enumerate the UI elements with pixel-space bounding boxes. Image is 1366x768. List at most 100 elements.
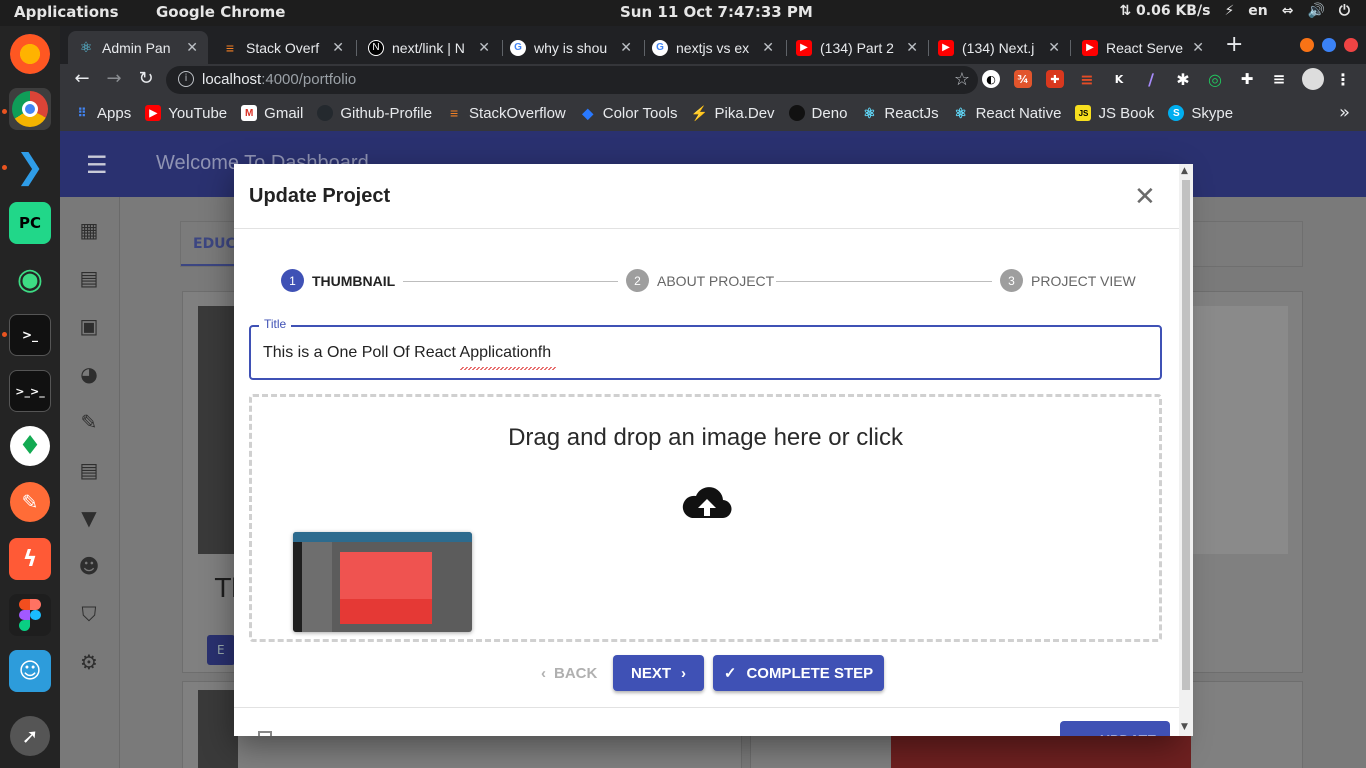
tab-next-link[interactable]: N next/link | N ✕ xyxy=(358,31,500,64)
minimize-window-icon[interactable] xyxy=(1300,38,1314,52)
bookmark-star-icon[interactable]: ☆ xyxy=(954,69,970,90)
back-button[interactable]: ‹ BACK xyxy=(531,655,607,691)
puzzle-icon[interactable]: ✚ xyxy=(1238,70,1256,88)
mongodb-compass-icon[interactable]: ♦ xyxy=(10,426,50,466)
bookmark-react-native[interactable]: ⚛ React Native xyxy=(953,105,1061,122)
extension-icon[interactable]: ✚ xyxy=(1046,70,1064,88)
close-icon[interactable]: ✕ xyxy=(1134,183,1156,209)
hamburger-menu-icon[interactable]: ☰ xyxy=(86,151,108,179)
bookmark-skype[interactable]: S Skype xyxy=(1168,105,1233,122)
media-queue-icon[interactable]: ≡ xyxy=(1270,70,1288,88)
applications-menu[interactable]: Applications xyxy=(14,3,119,21)
maximize-window-icon[interactable] xyxy=(1322,38,1336,52)
address-bar[interactable]: i localhost:4000/portfolio ☆ xyxy=(166,66,978,94)
fullscreen-icon[interactable] xyxy=(258,731,272,736)
avatar[interactable] xyxy=(1302,68,1324,90)
site-info-icon[interactable]: i xyxy=(178,71,194,87)
tab-close-icon[interactable]: ✕ xyxy=(620,39,632,56)
chrome-menu-icon[interactable]: ⋮ xyxy=(1334,70,1352,89)
step-about-project[interactable]: 2 ABOUT PROJECT xyxy=(626,269,774,292)
dashboard-icon[interactable]: ▦ xyxy=(77,218,101,242)
tab-youtube-3[interactable]: ▶ React Serve ✕ xyxy=(1072,31,1214,64)
step-thumbnail[interactable]: 1 THUMBNAIL xyxy=(281,269,395,292)
image-dropzone[interactable]: Drag and drop an image here or click xyxy=(249,394,1162,642)
archive-icon[interactable]: ▼ xyxy=(77,506,101,530)
forward-arrow-icon[interactable]: → xyxy=(102,68,126,89)
bookmark-gmail[interactable]: M Gmail xyxy=(241,105,303,122)
extension-icon[interactable]: ¾ xyxy=(1014,70,1032,88)
scroll-down-icon[interactable]: ▼ xyxy=(1181,722,1188,732)
close-window-icon[interactable] xyxy=(1344,38,1358,52)
new-tab-icon[interactable]: + xyxy=(1225,32,1243,57)
bookmark-deno[interactable]: Deno xyxy=(788,105,847,122)
person-add-icon[interactable]: ☻ xyxy=(77,554,101,578)
language-indicator[interactable]: en xyxy=(1248,3,1267,19)
reload-icon[interactable]: ↻ xyxy=(134,68,158,89)
scroll-up-icon[interactable]: ▲ xyxy=(1181,166,1188,176)
notification-icon[interactable]: ⚡ xyxy=(1224,3,1234,19)
gear-extension-icon[interactable]: ✱ xyxy=(1174,70,1192,89)
back-arrow-icon[interactable]: ← xyxy=(70,68,94,89)
bookmark-youtube[interactable]: ▶ YouTube xyxy=(145,105,227,122)
scrollbar-thumb[interactable] xyxy=(1182,180,1190,690)
figma-icon[interactable] xyxy=(9,594,51,636)
tab-stackoverflow[interactable]: ≡ Stack Overf ✕ xyxy=(212,31,354,64)
tab-close-icon[interactable]: ✕ xyxy=(478,39,490,56)
tab-admin-panel[interactable]: ⚛ Admin Pan ✕ xyxy=(68,31,208,64)
extension-icon[interactable]: ∕ xyxy=(1142,70,1160,89)
terminator-icon[interactable]: >_>_ xyxy=(9,370,51,412)
vscode-icon[interactable]: ❯ xyxy=(9,146,51,188)
android-studio-icon[interactable]: ◉ xyxy=(9,258,51,300)
project-card-button[interactable]: E xyxy=(207,635,235,665)
system-clock[interactable]: Sun 11 Oct 7:47:33 PM xyxy=(620,3,813,21)
bookmark-apps[interactable]: ⠿ Apps xyxy=(74,105,132,122)
tab-close-icon[interactable]: ✕ xyxy=(1192,39,1204,56)
next-button[interactable]: NEXT › xyxy=(613,655,704,691)
extension-icon[interactable]: ◐ xyxy=(982,70,1000,88)
bookmark-js-book[interactable]: JS JS Book xyxy=(1075,105,1154,122)
extension-icon[interactable]: K xyxy=(1110,70,1128,88)
bookmark-github[interactable]: Github-Profile xyxy=(317,105,432,122)
postman-icon[interactable]: ✎ xyxy=(10,482,50,522)
pie-chart-icon[interactable]: ◕ xyxy=(77,362,101,386)
tab-youtube-2[interactable]: ▶ (134) Next.j ✕ xyxy=(928,31,1070,64)
terminal-icon[interactable]: >_ xyxy=(9,314,51,356)
pycharm-icon[interactable]: PC xyxy=(9,202,51,244)
insomnia-icon[interactable]: ϟ xyxy=(9,538,51,580)
complete-step-button[interactable]: ✓ COMPLETE STEP xyxy=(713,655,884,691)
note-add-icon[interactable]: ▣ xyxy=(77,314,101,338)
library-books-icon[interactable]: ▤ xyxy=(77,458,101,482)
bookmark-reactjs[interactable]: ⚛ ReactJs xyxy=(861,105,938,122)
title-input[interactable] xyxy=(263,340,1143,366)
tab-youtube-1[interactable]: ▶ (134) Part 2 ✕ xyxy=(786,31,928,64)
firefox-icon[interactable] xyxy=(10,34,50,74)
bookmark-color-tools[interactable]: ◆ Color Tools xyxy=(580,105,677,122)
tab-google-search-2[interactable]: G nextjs vs ex ✕ xyxy=(642,31,784,64)
step-project-view[interactable]: 3 PROJECT VIEW xyxy=(1000,269,1136,292)
tab-close-icon[interactable]: ✕ xyxy=(906,39,918,56)
finder-icon[interactable]: ☺ xyxy=(9,650,51,692)
chrome-icon[interactable] xyxy=(9,88,51,130)
tab-close-icon[interactable]: ✕ xyxy=(332,39,344,56)
bookmark-pika-dev[interactable]: ⚡ Pika.Dev xyxy=(691,105,775,122)
launcher-rocket-icon[interactable]: ➚ xyxy=(10,716,50,756)
bookmarks-overflow-icon[interactable]: » xyxy=(1339,102,1350,123)
security-shield-icon[interactable]: ⛉ xyxy=(77,602,101,626)
network-icon[interactable]: ⇔ xyxy=(1282,3,1294,19)
tab-close-icon[interactable]: ✕ xyxy=(762,39,774,56)
tab-close-icon[interactable]: ✕ xyxy=(1048,39,1060,56)
settings-gear-icon[interactable]: ⚙ xyxy=(77,650,101,674)
tab-close-icon[interactable]: ✕ xyxy=(186,39,198,56)
bookmark-stackoverflow[interactable]: ≡ StackOverflow xyxy=(446,105,566,122)
inbox-icon[interactable]: ▤ xyxy=(77,266,101,290)
update-button[interactable]: UPDATE xyxy=(1060,721,1170,736)
extension-icon[interactable]: ≡ xyxy=(1078,70,1096,89)
address-url[interactable]: localhost:4000/portfolio xyxy=(202,71,356,88)
volume-icon[interactable]: 🔊 xyxy=(1307,3,1324,19)
extension-icon[interactable]: ◎ xyxy=(1206,70,1224,89)
uploaded-image-preview[interactable] xyxy=(293,532,472,632)
tab-google-search-1[interactable]: G why is shou ✕ xyxy=(500,31,642,64)
power-icon[interactable]: ⏻ xyxy=(1339,3,1350,19)
dialog-scrollbar[interactable]: ▲ ▼ xyxy=(1179,164,1193,736)
edit-icon[interactable]: ✎ xyxy=(77,410,101,434)
